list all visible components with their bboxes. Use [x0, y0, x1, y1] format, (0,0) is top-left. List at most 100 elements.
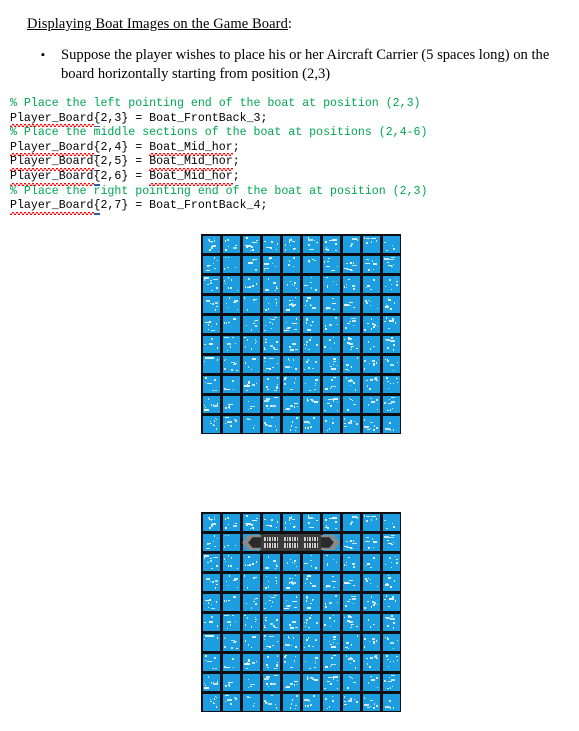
board-cell[interactable] — [221, 552, 241, 572]
board-cell[interactable] — [241, 314, 261, 334]
board-cell[interactable] — [381, 632, 401, 652]
board-cell[interactable] — [201, 314, 221, 334]
board-cell[interactable] — [221, 672, 241, 692]
board-cell[interactable] — [261, 692, 281, 712]
board-cell[interactable] — [321, 672, 341, 692]
board-cell[interactable] — [241, 354, 261, 374]
board-cell[interactable] — [381, 394, 401, 414]
board-cell[interactable] — [261, 374, 281, 394]
board-cell[interactable] — [361, 652, 381, 672]
board-cell[interactable] — [381, 652, 401, 672]
board-cell[interactable] — [361, 234, 381, 254]
board-cell[interactable] — [321, 294, 341, 314]
board-cell[interactable] — [381, 552, 401, 572]
board-cell[interactable] — [341, 394, 361, 414]
board-cell[interactable] — [241, 394, 261, 414]
board-cell[interactable] — [301, 274, 321, 294]
board-cell[interactable] — [201, 572, 221, 592]
board-cell[interactable] — [381, 294, 401, 314]
board-cell[interactable] — [301, 672, 321, 692]
board-cell[interactable] — [321, 374, 341, 394]
board-cell[interactable] — [221, 334, 241, 354]
board-cell[interactable] — [321, 632, 341, 652]
board-cell[interactable] — [201, 254, 221, 274]
board-cell[interactable] — [381, 374, 401, 394]
board-cell[interactable] — [241, 274, 261, 294]
board-cell[interactable] — [301, 692, 321, 712]
board-cell[interactable] — [341, 572, 361, 592]
board-cell[interactable] — [221, 592, 241, 612]
board-cell[interactable] — [361, 294, 381, 314]
board-cell[interactable] — [221, 692, 241, 712]
board-cell[interactable] — [301, 234, 321, 254]
board-cell[interactable] — [221, 572, 241, 592]
board-cell[interactable] — [201, 294, 221, 314]
board-cell[interactable] — [381, 672, 401, 692]
board-cell[interactable] — [261, 572, 281, 592]
board-cell[interactable] — [221, 512, 241, 532]
board-cell[interactable] — [221, 612, 241, 632]
board-cell[interactable] — [301, 354, 321, 374]
board-cell[interactable] — [201, 672, 221, 692]
board-cell[interactable] — [221, 374, 241, 394]
board-cell[interactable] — [261, 632, 281, 652]
board-cell[interactable] — [381, 314, 401, 334]
board-cell[interactable] — [281, 274, 301, 294]
board-cell[interactable] — [281, 354, 301, 374]
board-cell[interactable] — [261, 414, 281, 434]
board-cell[interactable] — [261, 234, 281, 254]
board-cell[interactable] — [341, 692, 361, 712]
board-cell[interactable] — [241, 672, 261, 692]
board-cell[interactable] — [261, 354, 281, 374]
board-cell[interactable] — [281, 294, 301, 314]
board-cell[interactable] — [241, 334, 261, 354]
board-cell[interactable] — [261, 612, 281, 632]
board-cell-boat[interactable] — [241, 532, 261, 552]
board-cell[interactable] — [381, 334, 401, 354]
board-cell[interactable] — [341, 672, 361, 692]
board-cell[interactable] — [281, 234, 301, 254]
board-cell[interactable] — [221, 234, 241, 254]
board-cell[interactable] — [381, 532, 401, 552]
board-cell[interactable] — [341, 294, 361, 314]
board-cell[interactable] — [221, 254, 241, 274]
board-cell[interactable] — [301, 612, 321, 632]
board-cell[interactable] — [241, 552, 261, 572]
board-cell[interactable] — [241, 254, 261, 274]
board-cell[interactable] — [241, 374, 261, 394]
board-cell[interactable] — [301, 652, 321, 672]
board-cell[interactable] — [281, 552, 301, 572]
board-cell[interactable] — [201, 652, 221, 672]
board-cell[interactable] — [201, 274, 221, 294]
board-cell[interactable] — [361, 672, 381, 692]
board-cell[interactable] — [301, 572, 321, 592]
board-cell[interactable] — [201, 552, 221, 572]
board-cell[interactable] — [301, 512, 321, 532]
board-cell[interactable] — [241, 592, 261, 612]
board-cell[interactable] — [321, 254, 341, 274]
board-cell[interactable] — [361, 354, 381, 374]
board-cell[interactable] — [201, 374, 221, 394]
board-cell[interactable] — [321, 512, 341, 532]
board-cell[interactable] — [321, 234, 341, 254]
board-cell[interactable] — [341, 274, 361, 294]
board-cell[interactable] — [361, 394, 381, 414]
board-cell[interactable] — [361, 692, 381, 712]
board-cell[interactable] — [381, 254, 401, 274]
board-cell[interactable] — [341, 374, 361, 394]
board-cell[interactable] — [381, 354, 401, 374]
board-cell[interactable] — [301, 592, 321, 612]
board-cell[interactable] — [301, 294, 321, 314]
board-cell[interactable] — [261, 672, 281, 692]
board-cell[interactable] — [201, 512, 221, 532]
board-cell[interactable] — [281, 632, 301, 652]
board-cell[interactable] — [201, 632, 221, 652]
board-cell[interactable] — [281, 692, 301, 712]
board-cell[interactable] — [361, 512, 381, 532]
board-cell[interactable] — [221, 532, 241, 552]
board-cell[interactable] — [381, 274, 401, 294]
board-cell[interactable] — [321, 394, 341, 414]
board-cell[interactable] — [201, 334, 221, 354]
board-cell[interactable] — [241, 612, 261, 632]
board-cell-boat[interactable] — [301, 532, 321, 552]
